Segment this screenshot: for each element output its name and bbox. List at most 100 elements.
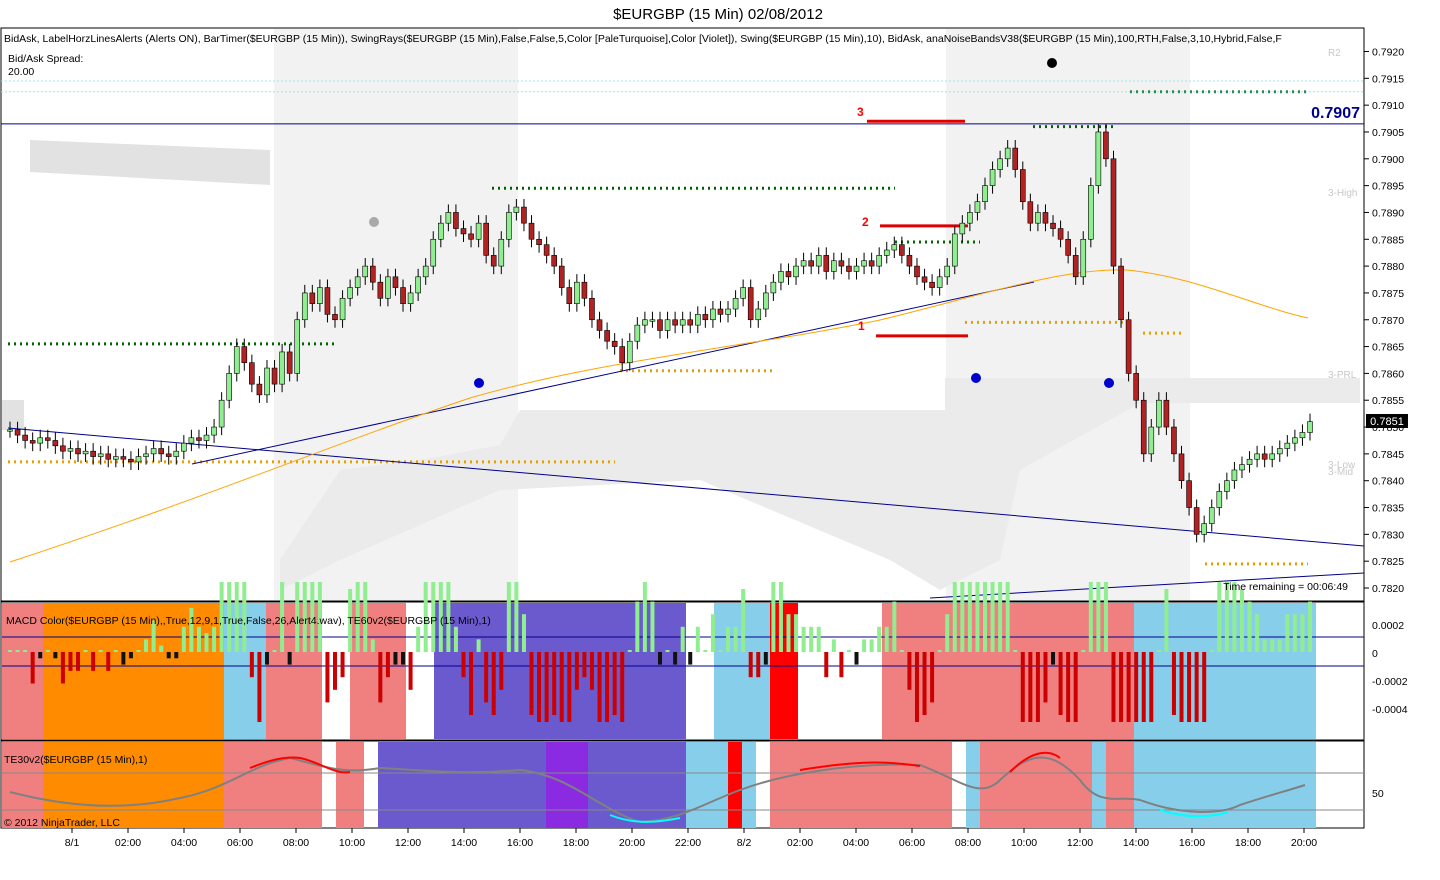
candle-body-41 [317,287,323,304]
macd-bar-87 [665,650,670,652]
candle-body-71 [543,244,550,256]
candle-body-69 [528,222,535,240]
macd-bar-172 [1308,601,1312,652]
macd-bar-72 [552,652,557,715]
macd-bar-128 [975,582,980,652]
time-remaining: Time remaining = 00:06:49 [1223,581,1348,593]
macd-bar-137 [1043,652,1048,703]
macd-bar-119 [907,652,912,690]
chart-canvas: $EURGBP (15 Min) 02/08/2012 0.7920 0.7915… [0,6,1408,849]
macd-bar-18 [144,639,149,652]
macd-bar-90 [688,652,693,665]
macd-bar-65 [499,652,504,690]
price-tick-label-4: 0.7900 [1372,154,1404,166]
candle-body-23 [181,442,187,452]
te30-zone-13 [1092,742,1106,828]
macd-bar-106 [809,626,814,652]
candle-body-160 [1216,491,1223,508]
macd-bar-131 [998,582,1003,652]
candle-body-132 [1004,147,1011,160]
time-tick-label-16: 08:00 [955,837,981,849]
te30-zone-3 [336,742,364,828]
time-tick-label-1: 02:00 [115,837,141,849]
candle-body-116 [883,249,890,256]
candle-body-11 [90,450,96,457]
candle-body-50 [385,276,391,299]
time-tick-label-22: 20:00 [1291,837,1317,849]
macd-bar-78 [597,652,602,722]
candle-body-152 [1156,399,1162,428]
candle-body-16 [128,458,134,463]
candle-body-15 [120,456,127,460]
te30-zone-15 [1134,742,1316,828]
macd-bar-88 [673,652,678,665]
macd-bar-42 [325,652,330,703]
candle-body-126 [959,222,966,235]
te30-zone-14 [1106,742,1134,828]
macd-bar-17 [136,650,141,652]
macd-bar-139 [1058,652,1063,715]
macd-bar-144 [1096,582,1101,652]
macd-bar-138 [1051,652,1056,665]
candle-body-26 [203,434,210,441]
candle-body-143 [1088,185,1094,240]
macd-bar-95 [726,626,731,652]
candle-body-153 [1163,399,1170,428]
macd-bar-27 [212,626,217,652]
candle-body-62 [475,222,482,240]
candle-body-100 [763,292,769,310]
line-price-label: 0.7907 [1311,105,1360,122]
macd-bar-89 [680,626,685,652]
macd-bar-167 [1270,639,1275,652]
macd-bar-43 [333,652,337,690]
candle-body-102 [778,271,784,283]
te30-tick-0: 50 [1372,788,1384,800]
candle-body-47 [362,265,369,278]
macd-bar-75 [574,652,579,690]
macd-bar-96 [733,626,738,652]
macd-bar-6 [53,652,58,659]
candle-body-19 [150,448,157,455]
macd-bar-114 [869,639,874,652]
candle-body-109 [831,260,837,272]
macd-bar-7 [60,652,65,684]
macd-bar-85 [650,601,655,652]
macd-bar-69 [529,652,534,715]
macd-bar-160 [1217,582,1222,652]
right-label-mid: 3-Mid [1328,467,1353,478]
macd-bar-33 [257,652,262,722]
candle-body-165 [1254,453,1260,460]
macd-bar-153 [1164,589,1169,652]
price-tick-label-3: 0.7905 [1372,127,1404,139]
candle-body-83 [634,324,641,342]
candle-body-10 [82,450,89,455]
macd-bar-83 [635,601,640,652]
macd-bar-66 [506,582,511,652]
candle-body-125 [951,233,958,267]
macd-bar-120 [914,652,919,722]
macd-bar-164 [1247,601,1252,652]
candle-body-13 [105,453,112,460]
right-label-r2: R2 [1328,48,1341,59]
candle-body-156 [1186,480,1192,508]
macd-bar-80 [612,652,617,715]
candle-body-88 [672,319,678,326]
macd-tick-1: 0 [1372,648,1378,660]
macd-bar-15 [121,652,126,665]
macd-bar-136 [1035,652,1040,722]
macd-bar-171 [1300,614,1305,652]
macd-bar-64 [491,652,496,715]
price-tick-label-8: 0.7880 [1372,261,1404,273]
macd-bar-126 [960,582,965,652]
candle-body-66 [506,212,512,240]
candle-body-144 [1095,131,1102,186]
swing-marker-2 [971,373,981,383]
macd-bar-104 [794,614,799,652]
price-tick-label-11: 0.7865 [1372,342,1404,354]
macd-bar-170 [1292,614,1297,652]
price-tick-label-7: 0.7885 [1372,234,1404,246]
macd-bar-25 [196,626,201,652]
macd-bar-107 [816,626,821,652]
macd-bar-16 [128,652,133,659]
candle-body-130 [989,169,996,186]
